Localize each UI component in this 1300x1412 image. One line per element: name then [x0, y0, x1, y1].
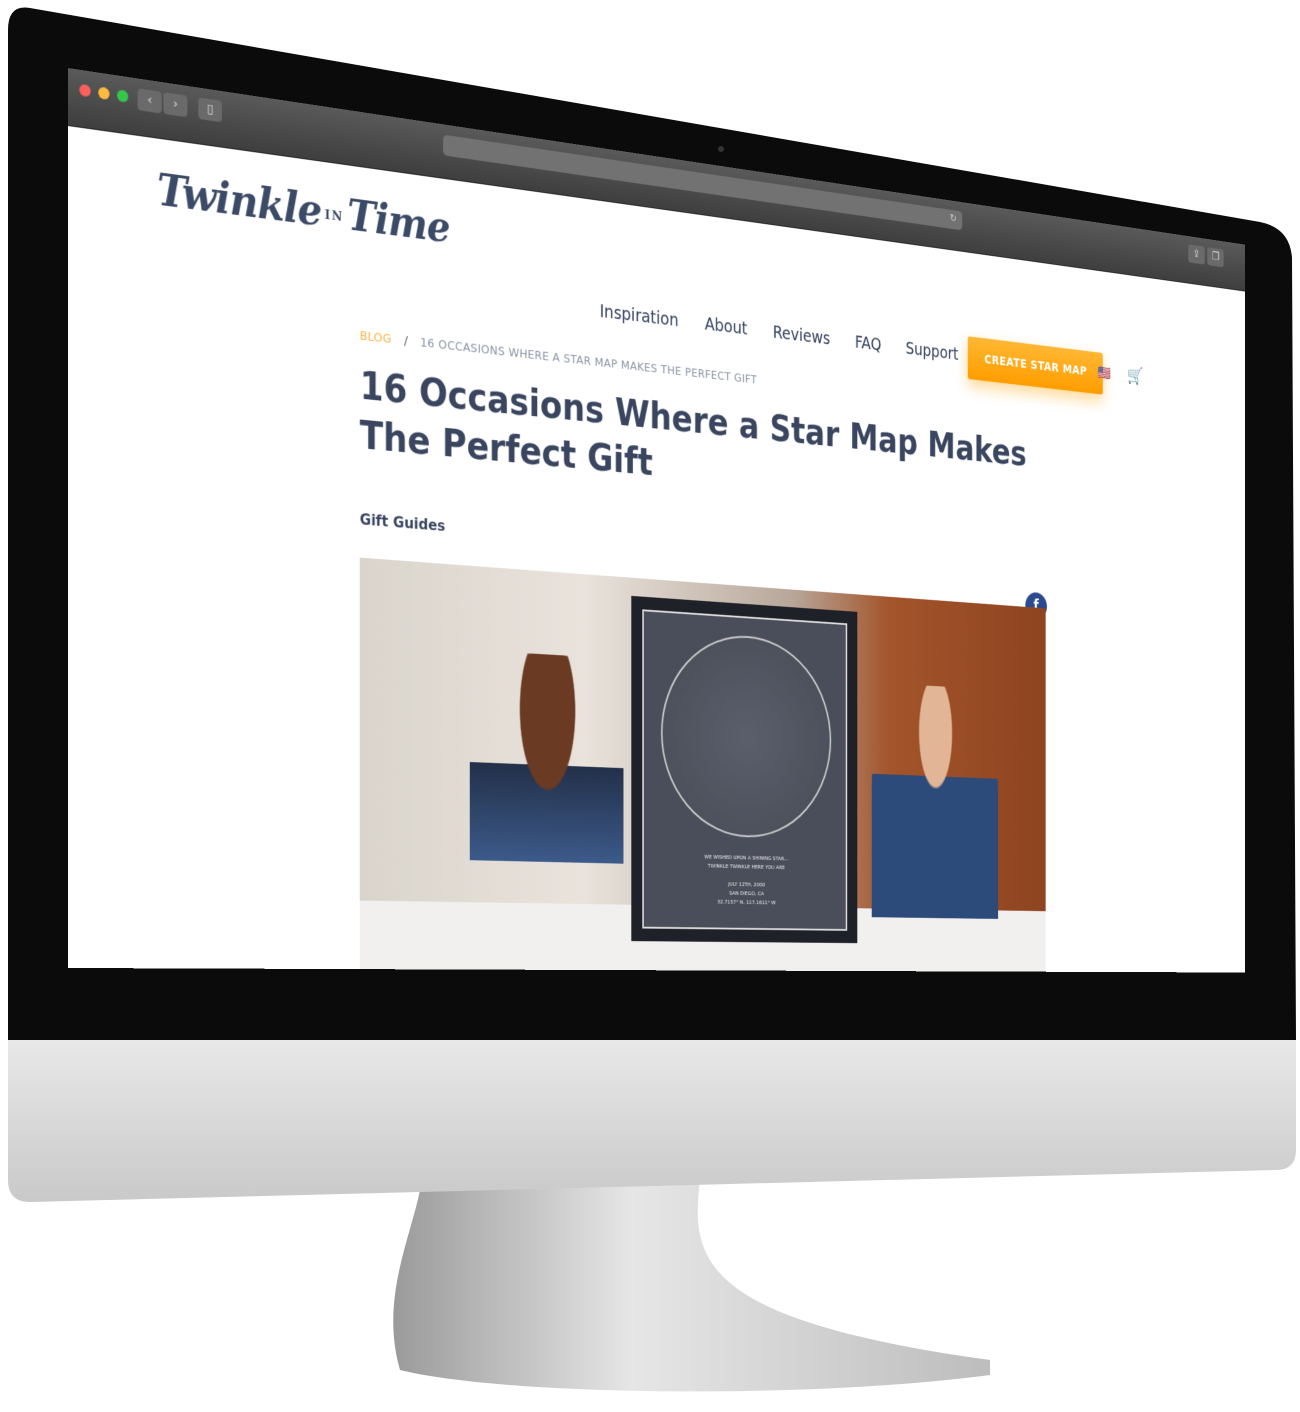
poster-text: WE WISHED UPON A SHINING STAR... TWINKLE…	[644, 851, 846, 908]
breadcrumb-blog[interactable]: BLOG	[360, 329, 392, 347]
poster-frame: WE WISHED UPON A SHINING STAR... TWINKLE…	[642, 609, 847, 930]
reload-icon[interactable]: ↻	[950, 211, 957, 224]
nav-faq[interactable]: FAQ	[855, 333, 882, 355]
nav-reviews[interactable]: Reviews	[773, 323, 830, 349]
address-bar[interactable]: ↻	[443, 135, 962, 231]
screen: ‹ › ▯ ↻ ⇪ ❐ Twinkle INTime Inspiration Ab…	[68, 68, 1300, 1086]
tabs-icon[interactable]: ❐	[1207, 247, 1223, 267]
hero-image: WE WISHED UPON A SHINING STAR... TWINKLE…	[360, 558, 1046, 973]
create-star-map-button[interactable]: CREATE STAR MAP	[968, 336, 1103, 394]
camera	[718, 146, 724, 152]
sidebar-icon[interactable]: ▯	[198, 97, 222, 122]
minimize-window-button[interactable]	[98, 86, 109, 100]
logo-text: Twinkle	[157, 165, 321, 236]
breadcrumb-separator: /	[404, 334, 408, 349]
star-map-circle	[661, 631, 831, 840]
nav-about[interactable]: About	[705, 314, 748, 339]
category-link[interactable]: Gift Guides	[360, 510, 446, 535]
girl	[470, 650, 624, 932]
zoom-window-button[interactable]	[117, 89, 128, 103]
logo-text-end: Time	[347, 191, 449, 253]
nav-support[interactable]: Support	[906, 339, 959, 364]
imac-stand	[393, 1180, 990, 1391]
page-title: 16 Occasions Where a Star Map Makes The …	[360, 361, 1032, 521]
site-logo[interactable]: Twinkle INTime	[157, 165, 449, 253]
close-window-button[interactable]	[79, 84, 90, 98]
star-map-poster: WE WISHED UPON A SHINING STAR... TWINKLE…	[631, 596, 857, 943]
us-flag-icon[interactable]: 🇺🇸	[1098, 364, 1111, 381]
boy	[872, 682, 998, 944]
main-nav: Inspiration About Reviews FAQ Support	[600, 301, 959, 364]
imac-chin	[8, 1040, 1296, 1202]
share-icon[interactable]: ⇪	[1188, 244, 1204, 264]
nav-inspiration[interactable]: Inspiration	[600, 301, 679, 330]
chevron-right-icon[interactable]: ›	[164, 92, 188, 117]
logo-in: IN	[325, 208, 344, 225]
chevron-left-icon[interactable]: ‹	[138, 88, 162, 113]
cart-icon[interactable]: 🛒	[1127, 364, 1143, 386]
